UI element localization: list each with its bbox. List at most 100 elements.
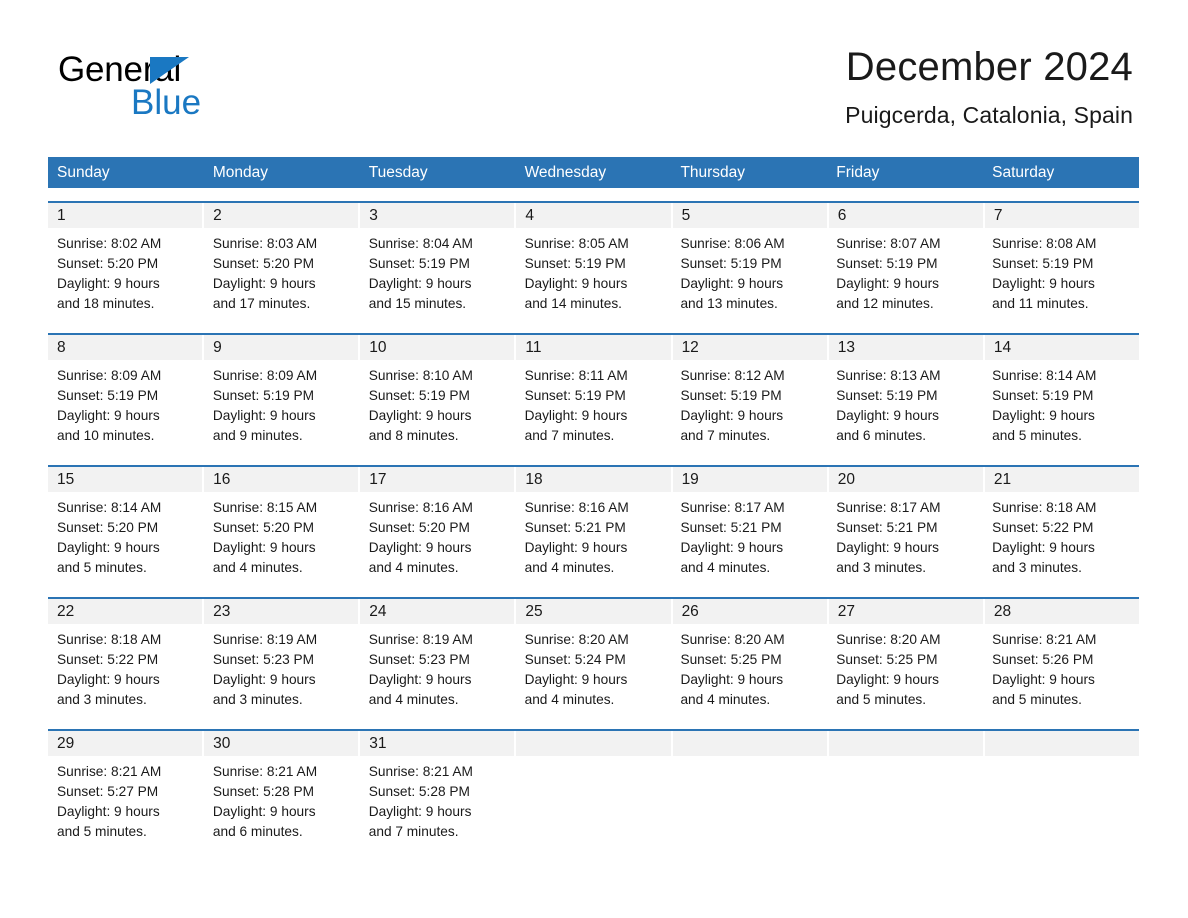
day-number-empty: [828, 731, 985, 756]
day-sun-info: Sunrise: 8:19 AM Sunset: 5:23 PM Dayligh…: [368, 632, 473, 707]
weekday-header-thursday: Thursday: [680, 164, 746, 181]
day-number[interactable]: 11: [516, 335, 673, 360]
week-info-band: Sunrise: 8:09 AM Sunset: 5:19 PM Dayligh…: [48, 360, 1139, 452]
week-row: 15 16 17 18 19 20 21 Sunrise: 8:14 AM Su…: [48, 465, 1139, 584]
day-number[interactable]: 4: [516, 203, 673, 228]
day-sun-info: Sunrise: 8:21 AM Sunset: 5:27 PM Dayligh…: [57, 764, 162, 839]
day-number[interactable]: 6: [828, 203, 985, 228]
day-sun-info: Sunrise: 8:15 AM Sunset: 5:20 PM Dayligh…: [212, 500, 318, 575]
logo-top-row: General: [58, 52, 358, 88]
day-number[interactable]: 18: [516, 467, 673, 492]
day-sun-info: Sunrise: 8:09 AM Sunset: 5:19 PM Dayligh…: [57, 368, 162, 443]
week-row: 22 23 24 25 26 27 28 Sunrise: 8:18 AM Su…: [48, 597, 1139, 716]
day-number[interactable]: 22: [48, 599, 205, 624]
day-sun-info: Sunrise: 8:19 AM Sunset: 5:23 PM Dayligh…: [212, 632, 318, 707]
day-sun-info: Sunrise: 8:03 AM Sunset: 5:20 PM Dayligh…: [212, 236, 318, 311]
day-sun-info: Sunrise: 8:21 AM Sunset: 5:28 PM Dayligh…: [212, 764, 318, 839]
weekday-header-saturday: Saturday: [992, 164, 1055, 181]
day-number[interactable]: 23: [204, 599, 361, 624]
day-number[interactable]: 19: [672, 467, 829, 492]
day-number[interactable]: 7: [984, 203, 1139, 228]
week-row: 29 30 31 Sunrise: 8:21 AM Sunset: 5:27 P…: [48, 729, 1139, 848]
day-sun-info: Sunrise: 8:07 AM Sunset: 5:19 PM Dayligh…: [836, 236, 941, 311]
day-number-empty: [516, 731, 673, 756]
week-info-band: Sunrise: 8:18 AM Sunset: 5:22 PM Dayligh…: [48, 624, 1139, 716]
day-number[interactable]: 1: [48, 203, 205, 228]
logo-bottom-row: Blue: [58, 85, 358, 121]
week-date-band: 1 2 3 4 5 6 7: [48, 203, 1139, 228]
day-sun-info: Sunrise: 8:11 AM Sunset: 5:19 PM Dayligh…: [524, 368, 628, 443]
day-number[interactable]: 10: [360, 335, 517, 360]
day-sun-info: Sunrise: 8:13 AM Sunset: 5:19 PM Dayligh…: [836, 368, 941, 443]
day-sun-info: Sunrise: 8:17 AM Sunset: 5:21 PM Dayligh…: [680, 500, 785, 575]
day-number[interactable]: 31: [360, 731, 517, 756]
page-title: December 2024: [845, 45, 1133, 89]
week-date-band: 22 23 24 25 26 27 28: [48, 599, 1139, 624]
weekday-header-row: Sunday Monday Tuesday Wednesday Thursday…: [48, 157, 1139, 188]
calendar-grid: Sunday Monday Tuesday Wednesday Thursday…: [48, 157, 1139, 848]
day-sun-info: Sunrise: 8:14 AM Sunset: 5:20 PM Dayligh…: [57, 500, 162, 575]
day-sun-info-empty: [983, 756, 1139, 848]
day-sun-info: Sunrise: 8:17 AM Sunset: 5:21 PM Dayligh…: [836, 500, 941, 575]
day-sun-info: Sunrise: 8:16 AM Sunset: 5:21 PM Dayligh…: [524, 500, 629, 575]
day-number[interactable]: 16: [204, 467, 361, 492]
day-number[interactable]: 9: [204, 335, 361, 360]
day-number-empty: [672, 731, 829, 756]
day-number[interactable]: 14: [984, 335, 1139, 360]
day-sun-info: Sunrise: 8:20 AM Sunset: 5:25 PM Dayligh…: [680, 632, 785, 707]
day-number[interactable]: 24: [360, 599, 517, 624]
week-date-band: 15 16 17 18 19 20 21: [48, 467, 1139, 492]
day-number[interactable]: 30: [204, 731, 361, 756]
day-number-empty: [984, 731, 1139, 756]
weekday-header-monday: Monday: [212, 164, 269, 181]
day-number[interactable]: 8: [48, 335, 205, 360]
logo-text-blue: Blue: [131, 83, 202, 122]
calendar-page: General Blue December 2024 Puigcerda, Ca…: [0, 0, 1188, 918]
day-number[interactable]: 12: [672, 335, 829, 360]
day-sun-info: Sunrise: 8:18 AM Sunset: 5:22 PM Dayligh…: [57, 632, 162, 707]
day-number[interactable]: 21: [984, 467, 1139, 492]
day-sun-info: Sunrise: 8:05 AM Sunset: 5:19 PM Dayligh…: [524, 236, 629, 311]
week-date-band: 8 9 10 11 12 13 14: [48, 335, 1139, 360]
day-sun-info: Sunrise: 8:09 AM Sunset: 5:19 PM Dayligh…: [212, 368, 318, 443]
week-row: 8 9 10 11 12 13 14 Sunrise: 8:09 AM Suns…: [48, 333, 1139, 452]
day-number[interactable]: 15: [48, 467, 205, 492]
day-sun-info-empty: [516, 756, 672, 848]
day-sun-info: Sunrise: 8:21 AM Sunset: 5:28 PM Dayligh…: [368, 764, 473, 839]
weekday-header-friday: Friday: [836, 164, 880, 181]
day-sun-info: Sunrise: 8:06 AM Sunset: 5:19 PM Dayligh…: [680, 236, 785, 311]
day-number[interactable]: 26: [672, 599, 829, 624]
day-sun-info: Sunrise: 8:12 AM Sunset: 5:19 PM Dayligh…: [680, 368, 785, 443]
day-number[interactable]: 20: [828, 467, 985, 492]
day-sun-info: Sunrise: 8:20 AM Sunset: 5:25 PM Dayligh…: [836, 632, 941, 707]
week-row: 1 2 3 4 5 6 7 Sunrise: 8:02 AM Sunset: 5…: [48, 201, 1139, 320]
weekday-header-wednesday: Wednesday: [524, 164, 607, 181]
day-number[interactable]: 27: [828, 599, 985, 624]
week-info-band: Sunrise: 8:14 AM Sunset: 5:20 PM Dayligh…: [48, 492, 1139, 584]
day-sun-info: Sunrise: 8:21 AM Sunset: 5:26 PM Dayligh…: [992, 632, 1097, 707]
day-sun-info: Sunrise: 8:14 AM Sunset: 5:19 PM Dayligh…: [992, 368, 1097, 443]
logo-triangle-icon: [150, 57, 189, 84]
day-number[interactable]: 5: [672, 203, 829, 228]
location-subtitle: Puigcerda, Catalonia, Spain: [845, 102, 1133, 128]
week-info-band: Sunrise: 8:21 AM Sunset: 5:27 PM Dayligh…: [48, 756, 1139, 848]
day-number[interactable]: 28: [984, 599, 1139, 624]
day-number[interactable]: 3: [360, 203, 517, 228]
weekday-header-sunday: Sunday: [57, 164, 110, 181]
day-number[interactable]: 13: [828, 335, 985, 360]
day-sun-info: Sunrise: 8:02 AM Sunset: 5:20 PM Dayligh…: [57, 236, 162, 311]
day-sun-info: Sunrise: 8:10 AM Sunset: 5:19 PM Dayligh…: [368, 368, 473, 443]
general-blue-logo[interactable]: General Blue: [58, 52, 358, 124]
day-sun-info: Sunrise: 8:20 AM Sunset: 5:24 PM Dayligh…: [524, 632, 629, 707]
day-number[interactable]: 2: [204, 203, 361, 228]
weekday-header-tuesday: Tuesday: [368, 164, 428, 181]
day-number[interactable]: 29: [48, 731, 205, 756]
page-header: General Blue December 2024 Puigcerda, Ca…: [0, 0, 1188, 128]
day-sun-info: Sunrise: 8:18 AM Sunset: 5:22 PM Dayligh…: [992, 500, 1097, 575]
day-sun-info: Sunrise: 8:04 AM Sunset: 5:19 PM Dayligh…: [368, 236, 473, 311]
week-info-band: Sunrise: 8:02 AM Sunset: 5:20 PM Dayligh…: [48, 228, 1139, 320]
day-sun-info: Sunrise: 8:08 AM Sunset: 5:19 PM Dayligh…: [992, 236, 1097, 311]
day-number[interactable]: 17: [360, 467, 517, 492]
day-number[interactable]: 25: [516, 599, 673, 624]
week-date-band: 29 30 31: [48, 731, 1139, 756]
